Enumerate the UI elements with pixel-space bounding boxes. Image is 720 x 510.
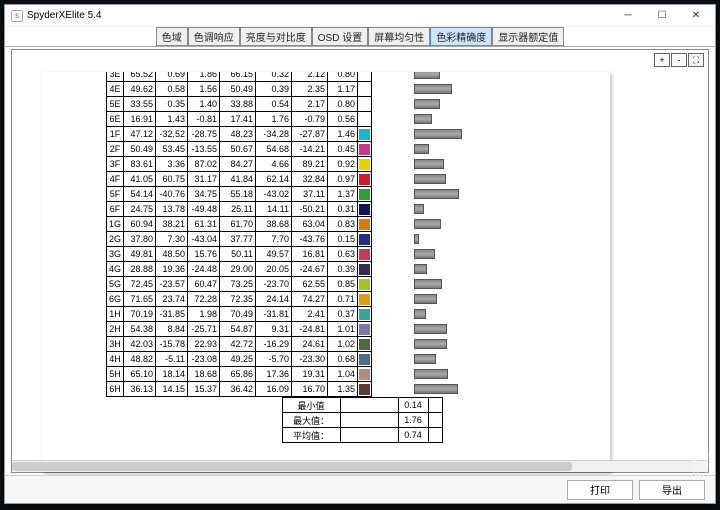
summary-table: 最小值0.14最大值：1.76平均值：0.74 <box>106 397 443 443</box>
zoom-fit-button[interactable]: ⛶ <box>688 53 704 67</box>
table-row: 3F83.613.3687.0284.274.6689.210.92 <box>107 157 372 172</box>
window-title: SpyderXElite 5.4 <box>27 10 102 21</box>
export-button[interactable]: 导出 <box>639 480 705 500</box>
table-row: 5G72.45-23.5760.4773.25-23.7062.550.85 <box>107 277 372 292</box>
table-row: 4F41.0560.7531.1741.8462.1432.840.97 <box>107 172 372 187</box>
horizontal-scrollbar[interactable] <box>12 460 708 472</box>
table-row: 4H48.82-5.11-23.0849.25-5.70-23.300.68 <box>107 352 372 367</box>
zoom-in-button[interactable]: + <box>654 53 670 67</box>
table-row: 2H54.388.84-25.7154.879.31-24.811.01 <box>107 322 372 337</box>
watermark: 新浪众测 <box>690 454 714 478</box>
table-row: 5E33.550.351.4033.880.542.170.80 <box>107 97 372 112</box>
content-area: + - ⛶ 3E65.520.691.8666.150.322.120.804E… <box>11 49 709 473</box>
data-table: 3E65.520.691.8666.150.322.120.804E49.620… <box>106 72 372 397</box>
zoom-toolbar: + - ⛶ <box>654 53 704 67</box>
data-table-wrap: 3E65.520.691.8666.150.322.120.804E49.620… <box>106 72 443 443</box>
table-row: 6H36.1314.1515.3736.4216.0916.701.35 <box>107 382 372 397</box>
tab-2[interactable]: 亮度与对比度 <box>240 27 312 46</box>
bar-chart <box>414 72 462 396</box>
table-row: 4G28.8819.36-24.4829.0020.05-24.670.39 <box>107 262 372 277</box>
table-row: 1G60.9438.2161.3161.7038.6863.040.83 <box>107 217 372 232</box>
table-row: 2F50.4953.45-13.5550.6754.68-14.210.45 <box>107 142 372 157</box>
table-row: 1F47.12-32.52-28.7548.23-34.28-27.871.46 <box>107 127 372 142</box>
table-row: 3G49.8148.5015.7650.1149.5716.810.63 <box>107 247 372 262</box>
table-row: 3H42.03-15.7822.9342.72-16.2924.611.02 <box>107 337 372 352</box>
table-row: 4E49.620.581.5650.490.392.351.17 <box>107 82 372 97</box>
tab-6[interactable]: 显示器额定值 <box>492 27 564 46</box>
table-row: 2G37.807.30-43.0437.777.70-43.760.15 <box>107 232 372 247</box>
tab-bar: 色域色调响应亮度与对比度OSD 设置屏幕均匀性色彩精确度显示器额定值 <box>5 27 715 47</box>
table-row: 1H70.19-31.851.9870.49-31.812.410.37 <box>107 307 372 322</box>
table-row: 5F54.14-40.7634.7555.18-43.0237.111.37 <box>107 187 372 202</box>
app-window: s SpyderXElite 5.4 ─ ☐ ✕ 色域色调响应亮度与对比度OSD… <box>4 4 716 504</box>
print-button[interactable]: 打印 <box>567 480 633 500</box>
close-button[interactable]: ✕ <box>679 6 713 26</box>
report-page: 3E65.520.691.8666.150.322.120.804E49.620… <box>42 72 610 472</box>
zoom-out-button[interactable]: - <box>671 53 687 67</box>
tab-1[interactable]: 色调响应 <box>188 27 240 46</box>
tab-5[interactable]: 色彩精确度 <box>430 27 492 46</box>
titlebar: s SpyderXElite 5.4 ─ ☐ ✕ <box>5 5 715 27</box>
table-row: 3E65.520.691.8666.150.322.120.80 <box>107 72 372 82</box>
tab-4[interactable]: 屏幕均匀性 <box>368 27 430 46</box>
minimize-button[interactable]: ─ <box>611 6 645 26</box>
app-icon: s <box>11 10 23 22</box>
table-row: 5H65.1018.1418.6865.8617.3619.311.04 <box>107 367 372 382</box>
tab-0[interactable]: 色域 <box>156 27 188 46</box>
table-row: 6E16.911.43-0.8117.411.76-0.790.56 <box>107 112 372 127</box>
table-row: 6G71.6523.7472.2872.3524.1474.270.71 <box>107 292 372 307</box>
footer-bar: 打印 导出 <box>5 475 715 503</box>
tab-3[interactable]: OSD 设置 <box>312 27 368 46</box>
table-row: 6F24.7513.78-49.4825.1114.11-50.210.31 <box>107 202 372 217</box>
maximize-button[interactable]: ☐ <box>645 6 679 26</box>
